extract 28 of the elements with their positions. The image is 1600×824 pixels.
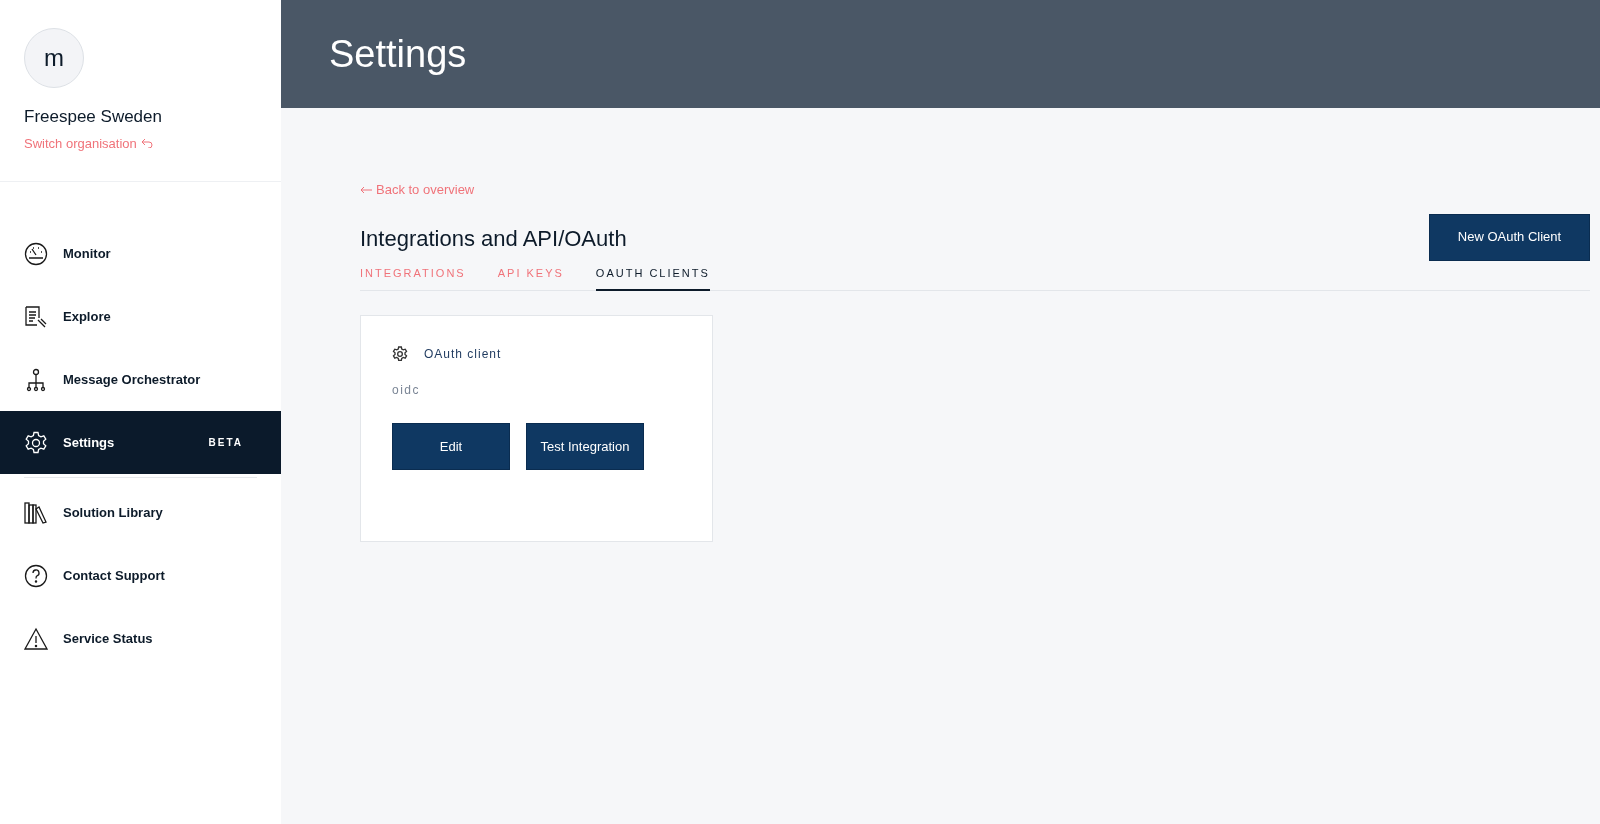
- nav-item[interactable]: Service Status: [0, 607, 281, 670]
- warning-icon: [24, 626, 48, 651]
- document-hand-icon: [24, 304, 48, 329]
- tab[interactable]: OAUTH CLIENTS: [595, 264, 710, 291]
- nav-item[interactable]: Solution Library: [0, 481, 281, 544]
- books-icon: [24, 500, 48, 525]
- hierarchy-icon: [24, 367, 48, 392]
- section-title: Integrations and API/OAuth: [360, 224, 627, 253]
- beta-label: BETA: [208, 436, 243, 450]
- return-arrow-icon: [140, 138, 153, 149]
- settings-icon: [392, 346, 408, 362]
- page-title: Settings: [329, 31, 467, 77]
- nav-item[interactable]: Contact Support: [0, 544, 281, 607]
- card-button[interactable]: Test Integration: [526, 423, 644, 470]
- card-button[interactable]: Edit: [392, 423, 510, 470]
- nav-item[interactable]: Monitor: [0, 222, 281, 285]
- gauge-icon: [24, 241, 48, 266]
- avatar: m: [24, 28, 84, 88]
- nav-item[interactable]: Message Orchestrator: [0, 348, 281, 411]
- card-title: OAuth client: [424, 346, 502, 363]
- nav-item[interactable]: Explore: [0, 285, 281, 348]
- organisation-name: Freespee Sweden: [24, 106, 162, 128]
- settings-icon: [24, 430, 48, 455]
- client-name: oidc: [392, 382, 420, 399]
- nav-item[interactable]: Settings BETA: [0, 411, 281, 474]
- new-oauth-client-button[interactable]: New OAuth Client: [1429, 213, 1590, 261]
- help-icon: [24, 563, 48, 588]
- left-arrow-icon: [360, 185, 372, 194]
